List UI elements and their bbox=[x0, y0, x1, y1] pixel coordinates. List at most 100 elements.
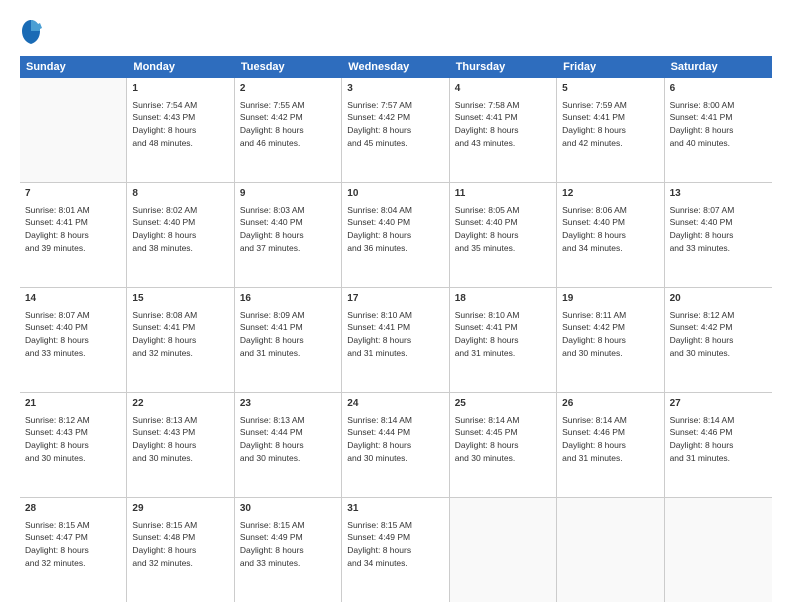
calendar-cell: 17 Sunrise: 8:10 AM Sunset: 4:41 PM Dayli… bbox=[342, 288, 449, 392]
calendar-cell: 21 Sunrise: 8:12 AM Sunset: 4:43 PM Dayli… bbox=[20, 393, 127, 497]
day-content: Sunrise: 8:05 AM Sunset: 4:40 PM Dayligh… bbox=[455, 204, 551, 255]
day-content: Sunrise: 8:10 AM Sunset: 4:41 PM Dayligh… bbox=[347, 309, 443, 360]
page: SundayMondayTuesdayWednesdayThursdayFrid… bbox=[0, 0, 792, 612]
day-content: Sunrise: 8:01 AM Sunset: 4:41 PM Dayligh… bbox=[25, 204, 121, 255]
day-content: Sunrise: 7:54 AM Sunset: 4:43 PM Dayligh… bbox=[132, 99, 228, 150]
calendar-cell: 26 Sunrise: 8:14 AM Sunset: 4:46 PM Dayli… bbox=[557, 393, 664, 497]
day-number: 19 bbox=[562, 292, 658, 307]
header-day-tuesday: Tuesday bbox=[235, 56, 342, 78]
calendar-cell bbox=[557, 498, 664, 602]
day-number: 17 bbox=[347, 292, 443, 307]
calendar-cell: 20Sunrise: 8:12 AM Sunset: 4:42 PM Dayli… bbox=[665, 288, 772, 392]
day-number: 7 bbox=[25, 187, 121, 202]
calendar-cell bbox=[450, 498, 557, 602]
calendar: SundayMondayTuesdayWednesdayThursdayFrid… bbox=[20, 56, 772, 602]
day-number: 27 bbox=[670, 397, 767, 412]
day-number: 8 bbox=[132, 187, 228, 202]
day-number: 26 bbox=[562, 397, 658, 412]
day-number: 14 bbox=[25, 292, 121, 307]
day-content: Sunrise: 8:13 AM Sunset: 4:44 PM Dayligh… bbox=[240, 414, 336, 465]
calendar-cell: 16 Sunrise: 8:09 AM Sunset: 4:41 PM Dayli… bbox=[235, 288, 342, 392]
day-content: Sunrise: 8:15 AM Sunset: 4:48 PM Dayligh… bbox=[132, 519, 228, 570]
calendar-cell: 22 Sunrise: 8:13 AM Sunset: 4:43 PM Dayli… bbox=[127, 393, 234, 497]
calendar-cell: 28 Sunrise: 8:15 AM Sunset: 4:47 PM Dayli… bbox=[20, 498, 127, 602]
day-number: 6 bbox=[670, 82, 767, 97]
week-row-4: 21 Sunrise: 8:12 AM Sunset: 4:43 PM Dayli… bbox=[20, 393, 772, 498]
calendar-cell: 12Sunrise: 8:06 AM Sunset: 4:40 PM Dayli… bbox=[557, 183, 664, 287]
day-number: 13 bbox=[670, 187, 767, 202]
calendar-cell: 19 Sunrise: 8:11 AM Sunset: 4:42 PM Dayli… bbox=[557, 288, 664, 392]
header-day-saturday: Saturday bbox=[665, 56, 772, 78]
day-content: Sunrise: 8:07 AM Sunset: 4:40 PM Dayligh… bbox=[670, 204, 767, 255]
day-number: 22 bbox=[132, 397, 228, 412]
header-day-friday: Friday bbox=[557, 56, 664, 78]
day-number: 12 bbox=[562, 187, 658, 202]
calendar-cell: 23 Sunrise: 8:13 AM Sunset: 4:44 PM Dayli… bbox=[235, 393, 342, 497]
calendar-cell: 30 Sunrise: 8:15 AM Sunset: 4:49 PM Dayli… bbox=[235, 498, 342, 602]
day-content: Sunrise: 8:09 AM Sunset: 4:41 PM Dayligh… bbox=[240, 309, 336, 360]
day-content: Sunrise: 8:14 AM Sunset: 4:45 PM Dayligh… bbox=[455, 414, 551, 465]
logo-icon bbox=[20, 18, 42, 46]
day-number: 24 bbox=[347, 397, 443, 412]
calendar-cell: 10Sunrise: 8:04 AM Sunset: 4:40 PM Dayli… bbox=[342, 183, 449, 287]
day-content: Sunrise: 8:07 AM Sunset: 4:40 PM Dayligh… bbox=[25, 309, 121, 360]
header-area bbox=[20, 18, 772, 46]
day-number: 16 bbox=[240, 292, 336, 307]
day-content: Sunrise: 8:12 AM Sunset: 4:42 PM Dayligh… bbox=[670, 309, 767, 360]
calendar-cell: 9 Sunrise: 8:03 AM Sunset: 4:40 PM Daylig… bbox=[235, 183, 342, 287]
day-number: 30 bbox=[240, 502, 336, 517]
header-day-thursday: Thursday bbox=[450, 56, 557, 78]
calendar-cell: 6Sunrise: 8:00 AM Sunset: 4:41 PM Daylig… bbox=[665, 78, 772, 182]
day-number: 25 bbox=[455, 397, 551, 412]
day-content: Sunrise: 8:15 AM Sunset: 4:49 PM Dayligh… bbox=[347, 519, 443, 570]
day-content: Sunrise: 8:14 AM Sunset: 4:44 PM Dayligh… bbox=[347, 414, 443, 465]
day-number: 2 bbox=[240, 82, 336, 97]
calendar-header: SundayMondayTuesdayWednesdayThursdayFrid… bbox=[20, 56, 772, 78]
header-day-wednesday: Wednesday bbox=[342, 56, 449, 78]
day-number: 23 bbox=[240, 397, 336, 412]
day-number: 9 bbox=[240, 187, 336, 202]
calendar-cell: 7 Sunrise: 8:01 AM Sunset: 4:41 PM Daylig… bbox=[20, 183, 127, 287]
calendar-cell: 29Sunrise: 8:15 AM Sunset: 4:48 PM Dayli… bbox=[127, 498, 234, 602]
day-number: 18 bbox=[455, 292, 551, 307]
calendar-cell: 31 Sunrise: 8:15 AM Sunset: 4:49 PM Dayli… bbox=[342, 498, 449, 602]
calendar-cell: 2Sunrise: 7:55 AM Sunset: 4:42 PM Daylig… bbox=[235, 78, 342, 182]
calendar-cell bbox=[665, 498, 772, 602]
day-number: 11 bbox=[455, 187, 551, 202]
calendar-cell: 13 Sunrise: 8:07 AM Sunset: 4:40 PM Dayli… bbox=[665, 183, 772, 287]
day-content: Sunrise: 8:14 AM Sunset: 4:46 PM Dayligh… bbox=[562, 414, 658, 465]
day-number: 31 bbox=[347, 502, 443, 517]
day-content: Sunrise: 8:15 AM Sunset: 4:49 PM Dayligh… bbox=[240, 519, 336, 570]
day-number: 21 bbox=[25, 397, 121, 412]
day-number: 5 bbox=[562, 82, 658, 97]
day-content: Sunrise: 8:03 AM Sunset: 4:40 PM Dayligh… bbox=[240, 204, 336, 255]
day-content: Sunrise: 8:12 AM Sunset: 4:43 PM Dayligh… bbox=[25, 414, 121, 465]
calendar-cell: 24 Sunrise: 8:14 AM Sunset: 4:44 PM Dayli… bbox=[342, 393, 449, 497]
day-number: 3 bbox=[347, 82, 443, 97]
header-day-sunday: Sunday bbox=[20, 56, 127, 78]
calendar-body: 1Sunrise: 7:54 AM Sunset: 4:43 PM Daylig… bbox=[20, 78, 772, 602]
day-content: Sunrise: 8:15 AM Sunset: 4:47 PM Dayligh… bbox=[25, 519, 121, 570]
week-row-5: 28 Sunrise: 8:15 AM Sunset: 4:47 PM Dayli… bbox=[20, 498, 772, 602]
day-content: Sunrise: 8:13 AM Sunset: 4:43 PM Dayligh… bbox=[132, 414, 228, 465]
day-content: Sunrise: 8:11 AM Sunset: 4:42 PM Dayligh… bbox=[562, 309, 658, 360]
day-content: Sunrise: 8:14 AM Sunset: 4:46 PM Dayligh… bbox=[670, 414, 767, 465]
week-row-2: 7 Sunrise: 8:01 AM Sunset: 4:41 PM Daylig… bbox=[20, 183, 772, 288]
day-content: Sunrise: 8:10 AM Sunset: 4:41 PM Dayligh… bbox=[455, 309, 551, 360]
day-content: Sunrise: 8:02 AM Sunset: 4:40 PM Dayligh… bbox=[132, 204, 228, 255]
day-number: 28 bbox=[25, 502, 121, 517]
calendar-cell: 14 Sunrise: 8:07 AM Sunset: 4:40 PM Dayli… bbox=[20, 288, 127, 392]
calendar-cell: 11 Sunrise: 8:05 AM Sunset: 4:40 PM Dayli… bbox=[450, 183, 557, 287]
week-row-3: 14 Sunrise: 8:07 AM Sunset: 4:40 PM Dayli… bbox=[20, 288, 772, 393]
calendar-cell: 18 Sunrise: 8:10 AM Sunset: 4:41 PM Dayli… bbox=[450, 288, 557, 392]
header-day-monday: Monday bbox=[127, 56, 234, 78]
calendar-cell: 8 Sunrise: 8:02 AM Sunset: 4:40 PM Daylig… bbox=[127, 183, 234, 287]
day-number: 10 bbox=[347, 187, 443, 202]
day-content: Sunrise: 8:08 AM Sunset: 4:41 PM Dayligh… bbox=[132, 309, 228, 360]
calendar-cell: 5Sunrise: 7:59 AM Sunset: 4:41 PM Daylig… bbox=[557, 78, 664, 182]
logo bbox=[20, 18, 46, 46]
calendar-cell: 15Sunrise: 8:08 AM Sunset: 4:41 PM Dayli… bbox=[127, 288, 234, 392]
calendar-cell: 1Sunrise: 7:54 AM Sunset: 4:43 PM Daylig… bbox=[127, 78, 234, 182]
calendar-cell: 27 Sunrise: 8:14 AM Sunset: 4:46 PM Dayli… bbox=[665, 393, 772, 497]
calendar-cell: 25 Sunrise: 8:14 AM Sunset: 4:45 PM Dayli… bbox=[450, 393, 557, 497]
